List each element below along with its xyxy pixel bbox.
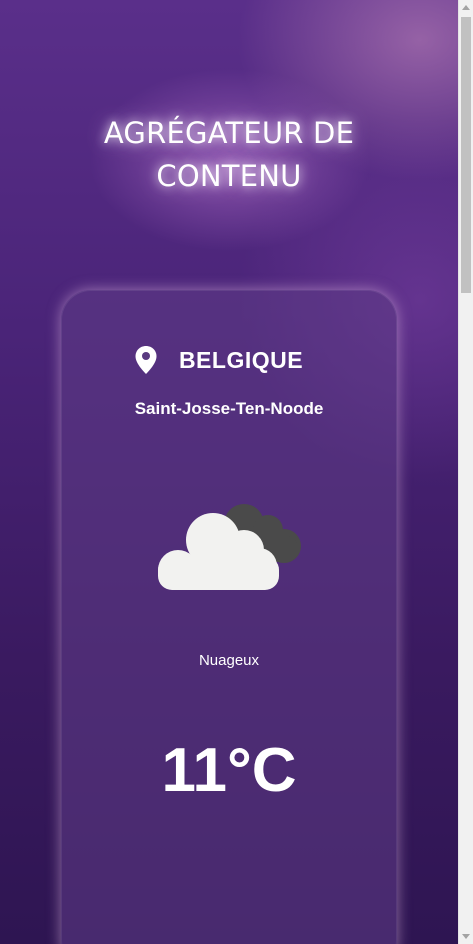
page-title-line-1: AGRÉGATEUR DE	[103, 116, 355, 150]
weather-card: BELGIQUE Saint-Josse-Ten-Noode Nuageux 1…	[61, 290, 397, 944]
vertical-scrollbar[interactable]	[458, 0, 473, 944]
temperature-value: 11°C	[161, 736, 297, 805]
scrollbar-thumb[interactable]	[461, 17, 471, 293]
city-label: Saint-Josse-Ten-Noode	[134, 399, 324, 418]
location-row: BELGIQUE	[61, 340, 397, 380]
weather-condition: Nuageux	[198, 652, 260, 669]
country-label: BELGIQUE	[178, 346, 304, 373]
scroll-up-arrow-icon[interactable]	[462, 5, 470, 10]
page-title: AGRÉGATEUR DE CONTENU	[0, 112, 458, 198]
cloudy-icon	[158, 504, 301, 590]
scroll-down-arrow-icon[interactable]	[462, 934, 470, 939]
page-title-line-2: CONTENU	[156, 159, 302, 193]
map-pin-icon	[135, 346, 157, 374]
